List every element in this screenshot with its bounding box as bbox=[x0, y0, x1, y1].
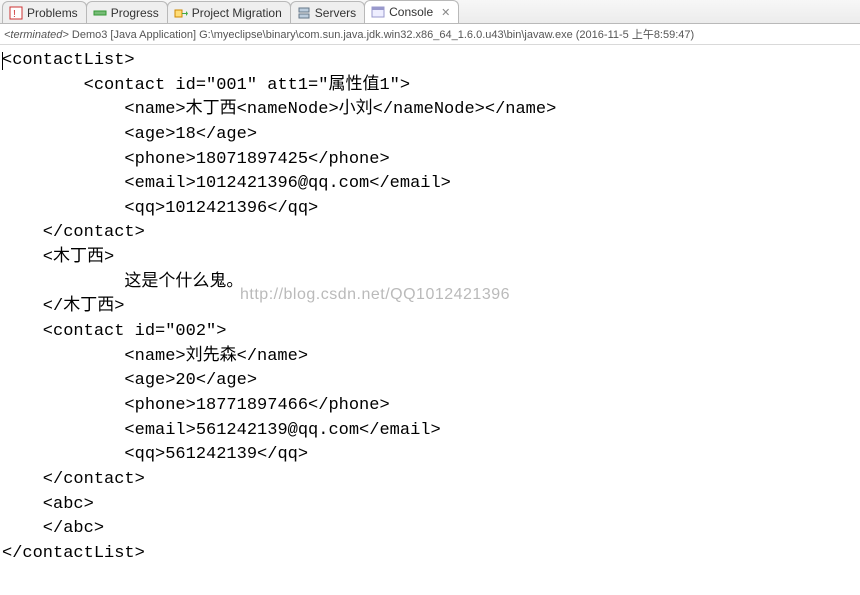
tab-problems[interactable]: ! Problems bbox=[2, 1, 87, 23]
svg-text:!: ! bbox=[13, 9, 16, 20]
app-name: Demo3 [Java Application] bbox=[72, 29, 196, 41]
tab-label: Project Migration bbox=[192, 6, 282, 20]
tab-bar: ! Problems Progress Project Migration Se… bbox=[0, 0, 860, 24]
progress-icon bbox=[93, 6, 107, 20]
tab-console[interactable]: Console ✕ bbox=[364, 0, 459, 23]
tab-label: Console bbox=[389, 5, 433, 19]
tab-servers[interactable]: Servers bbox=[290, 1, 365, 23]
tab-label: Problems bbox=[27, 6, 78, 20]
watermark-text: http://blog.csdn.net/QQ1012421396 bbox=[240, 283, 510, 306]
exe-path: G:\myeclipse\binary\com.sun.java.jdk.win… bbox=[199, 29, 573, 41]
timestamp: (2016-11-5 上午8:59:47) bbox=[576, 29, 694, 41]
migration-icon bbox=[174, 6, 188, 20]
console-icon bbox=[371, 5, 385, 19]
close-icon[interactable]: ✕ bbox=[441, 6, 450, 19]
console-text: <contactList> <contact id="001" att1="属性… bbox=[2, 51, 556, 563]
console-output[interactable]: <contactList> <contact id="001" att1="属性… bbox=[0, 45, 860, 595]
tab-project-migration[interactable]: Project Migration bbox=[167, 1, 291, 23]
console-status: <terminated> Demo3 [Java Application] G:… bbox=[0, 24, 860, 45]
tab-label: Progress bbox=[111, 6, 159, 20]
servers-icon bbox=[297, 6, 311, 20]
problems-icon: ! bbox=[9, 6, 23, 20]
tab-label: Servers bbox=[315, 6, 356, 20]
terminated-label: <terminated> bbox=[4, 29, 69, 41]
tab-progress[interactable]: Progress bbox=[86, 1, 168, 23]
